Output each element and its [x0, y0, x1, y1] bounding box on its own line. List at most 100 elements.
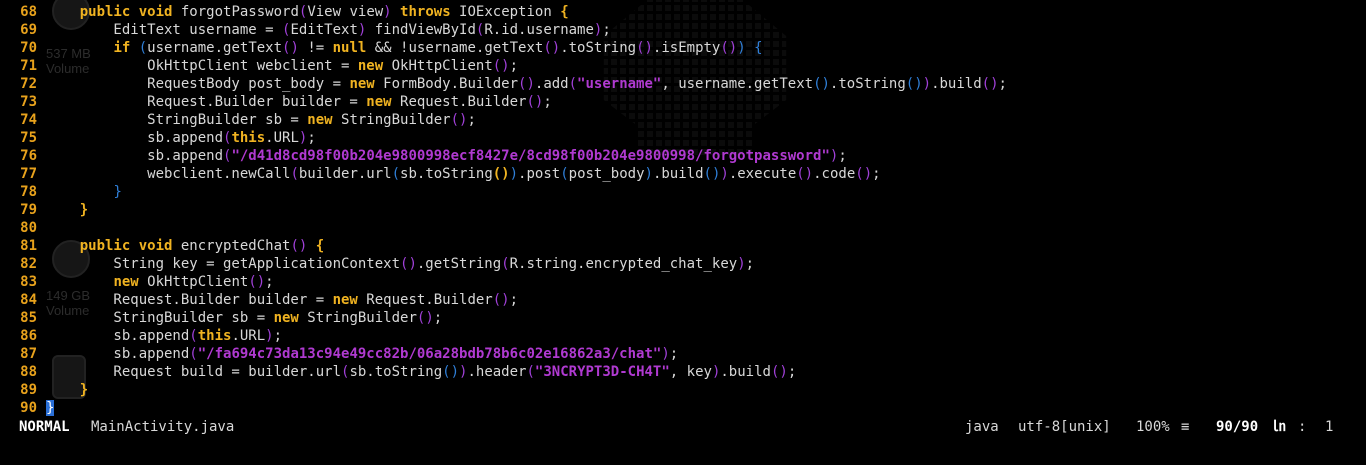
code-token: RequestBody post_body = — [46, 76, 350, 92]
cursor-position: 90/90 — [1216, 419, 1259, 435]
code-token: ; — [543, 94, 552, 110]
code-editor[interactable]: 68 public void forgotPassword (View view)… — [0, 3, 1366, 417]
cursor-column: 1 — [1325, 419, 1334, 435]
code-token: () — [442, 364, 460, 380]
code-token: Request build = builder.url — [46, 364, 342, 380]
vim-statusline: NORMAL MainActivity.java java utf-8[unix… — [0, 416, 1366, 438]
code-line[interactable]: 83 new OkHttpClient(); — [0, 273, 1366, 291]
code-token: != — [298, 40, 333, 56]
code-line[interactable]: 70 if (username.getText() != null && !us… — [0, 39, 1366, 57]
code-token: ; — [745, 256, 755, 272]
code-line[interactable]: 76 sb.append("/d41d8cd98f00b204e9800998e… — [0, 147, 1366, 165]
code-line[interactable]: 80 — [0, 219, 1366, 237]
code-token: sb.append — [46, 148, 224, 164]
code-line[interactable]: 89 } — [0, 381, 1366, 399]
code-token: .URL — [231, 328, 266, 344]
code-token: () — [248, 274, 266, 290]
code-token: && !username.getText — [366, 40, 544, 56]
line-number: 72 — [20, 76, 37, 92]
code-line[interactable]: 68 public void forgotPassword(View view)… — [0, 3, 1366, 21]
code-token: post_body — [568, 166, 645, 182]
line-number: 69 — [20, 22, 37, 38]
code-line[interactable]: 79 } — [0, 201, 1366, 219]
line-number: 87 — [20, 346, 37, 362]
code-token: () — [492, 58, 510, 74]
code-token: ( — [560, 166, 569, 182]
code-token: ( — [501, 256, 510, 272]
code-token: String key = getApplicationContext — [46, 256, 401, 272]
code-token: StringBuilder sb = — [46, 112, 308, 128]
code-token: ; — [602, 22, 611, 38]
code-token: this — [197, 328, 232, 344]
code-token: "/fa694c73da13c94e49cc82b/06a28bdb78b6c0… — [197, 346, 662, 362]
code-line[interactable]: 87 sb.append("/fa694c73da13c94e49cc82b/0… — [0, 345, 1366, 363]
code-token: () — [796, 166, 814, 182]
code-token: ; — [467, 112, 476, 128]
code-line[interactable]: 78 } — [0, 183, 1366, 201]
code-token: () — [543, 40, 561, 56]
line-number: 79 — [20, 202, 37, 218]
code-line[interactable]: 88 Request build = builder.url (sb.toStri… — [0, 363, 1366, 381]
code-token: new — [349, 76, 375, 92]
code-token: { — [754, 40, 763, 56]
code-line[interactable]: 82 String key = getApplicationContext().… — [0, 255, 1366, 273]
line-number: 89 — [20, 382, 37, 398]
line-number: 77 — [20, 166, 37, 182]
code-token: forgotPassword — [172, 4, 299, 20]
code-token: () — [526, 94, 544, 110]
code-line[interactable]: 86 sb.append(this.URL); — [0, 327, 1366, 345]
code-line[interactable]: 75 sb.append(this.URL); — [0, 129, 1366, 147]
code-token: () — [518, 76, 535, 92]
code-token: if — [113, 40, 131, 56]
code-token: ; — [998, 76, 1007, 92]
code-token: } — [113, 184, 122, 200]
code-line[interactable]: 90} — [0, 399, 1366, 417]
code-line[interactable]: 73 Request.Builder builder = new Request… — [0, 93, 1366, 111]
code-token: () — [450, 112, 468, 128]
code-token: EditText username = — [46, 22, 283, 38]
code-line[interactable]: 74 StringBuilder sb = new StringBuilder(… — [0, 111, 1366, 129]
code-token: , username.getText — [661, 76, 814, 92]
code-token: .build — [652, 166, 704, 182]
code-token: View view — [307, 4, 384, 20]
code-token: EditText — [290, 22, 358, 38]
file-type: java — [965, 419, 999, 435]
code-token: sb.append — [46, 328, 190, 344]
code-token: ( — [526, 364, 535, 380]
code-token: () — [720, 40, 738, 56]
code-token: () — [492, 166, 510, 182]
code-token: ; — [509, 58, 519, 74]
code-token: Request.Builder — [391, 94, 527, 110]
code-line[interactable]: 77 webclient.newCall(builder.url(sb.toSt… — [0, 165, 1366, 183]
code-token: ( — [138, 40, 148, 56]
line-number: 71 — [20, 58, 37, 74]
code-token: ; — [509, 292, 519, 308]
code-token: () — [703, 166, 721, 182]
code-line[interactable]: 84 Request.Builder builder = new Request… — [0, 291, 1366, 309]
line-number: 76 — [20, 148, 37, 164]
code-line[interactable]: 85 StringBuilder sb = new StringBuilder(… — [0, 309, 1366, 327]
code-line[interactable]: 69 EditText username = (EditText) findVi… — [0, 21, 1366, 39]
code-token: } — [79, 202, 89, 218]
code-token: public void — [79, 238, 173, 254]
code-line[interactable]: 81 public void encryptedChat() { — [0, 237, 1366, 255]
code-line[interactable]: 71 OkHttpClient webclient = new OkHttpCl… — [0, 57, 1366, 75]
code-token: new — [357, 58, 384, 74]
code-token: ) — [720, 166, 729, 182]
line-number: 80 — [20, 220, 37, 236]
code-token: new — [307, 112, 333, 128]
code-token: .URL — [265, 130, 299, 146]
mode-indicator: NORMAL — [19, 419, 70, 435]
code-token: new — [332, 292, 358, 308]
code-token: public void — [79, 4, 173, 20]
code-line[interactable]: 72 RequestBody post_body = new FormBody.… — [0, 75, 1366, 93]
code-token: webclient.newCall — [46, 166, 291, 182]
code-token: () — [855, 166, 873, 182]
code-token: new — [113, 274, 139, 290]
